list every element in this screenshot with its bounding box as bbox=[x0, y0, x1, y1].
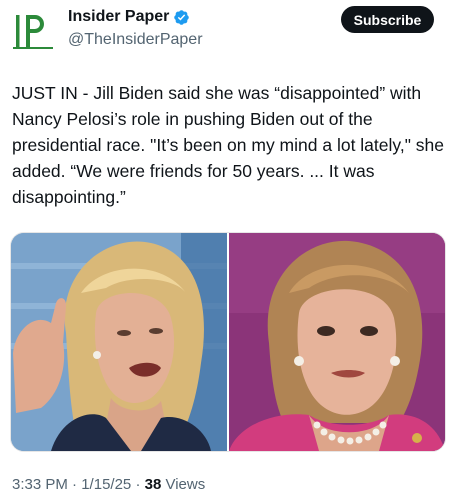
views-count: 38 bbox=[144, 476, 162, 493]
tweet-header: Insider Paper @TheInsiderPaper Subscribe bbox=[0, 0, 452, 60]
tweet-date[interactable]: 1/15/25 bbox=[81, 476, 131, 493]
tweet-metadata: 3:33 PM · 1/15/25 · 38 Views bbox=[12, 476, 205, 493]
verified-badge-icon bbox=[174, 9, 190, 25]
tweet-text: JUST IN - Jill Biden said she was “disap… bbox=[12, 83, 444, 207]
tweet-time[interactable]: 3:33 PM bbox=[12, 476, 68, 493]
photo-nancy-pelosi-illustration bbox=[229, 233, 445, 451]
separator: · bbox=[135, 476, 141, 493]
tweet-media[interactable] bbox=[10, 232, 446, 452]
views-label: Views bbox=[165, 476, 206, 493]
photo-jill-biden-illustration bbox=[11, 233, 227, 451]
insider-paper-logo-icon bbox=[13, 15, 53, 49]
subscribe-button[interactable]: Subscribe bbox=[341, 6, 434, 33]
photo-nancy-pelosi[interactable] bbox=[229, 233, 445, 451]
separator: · bbox=[72, 476, 78, 493]
display-name[interactable]: Insider Paper bbox=[68, 8, 169, 26]
user-handle[interactable]: @TheInsiderPaper bbox=[68, 31, 203, 49]
avatar[interactable] bbox=[12, 9, 56, 53]
photo-jill-biden[interactable] bbox=[11, 233, 227, 451]
